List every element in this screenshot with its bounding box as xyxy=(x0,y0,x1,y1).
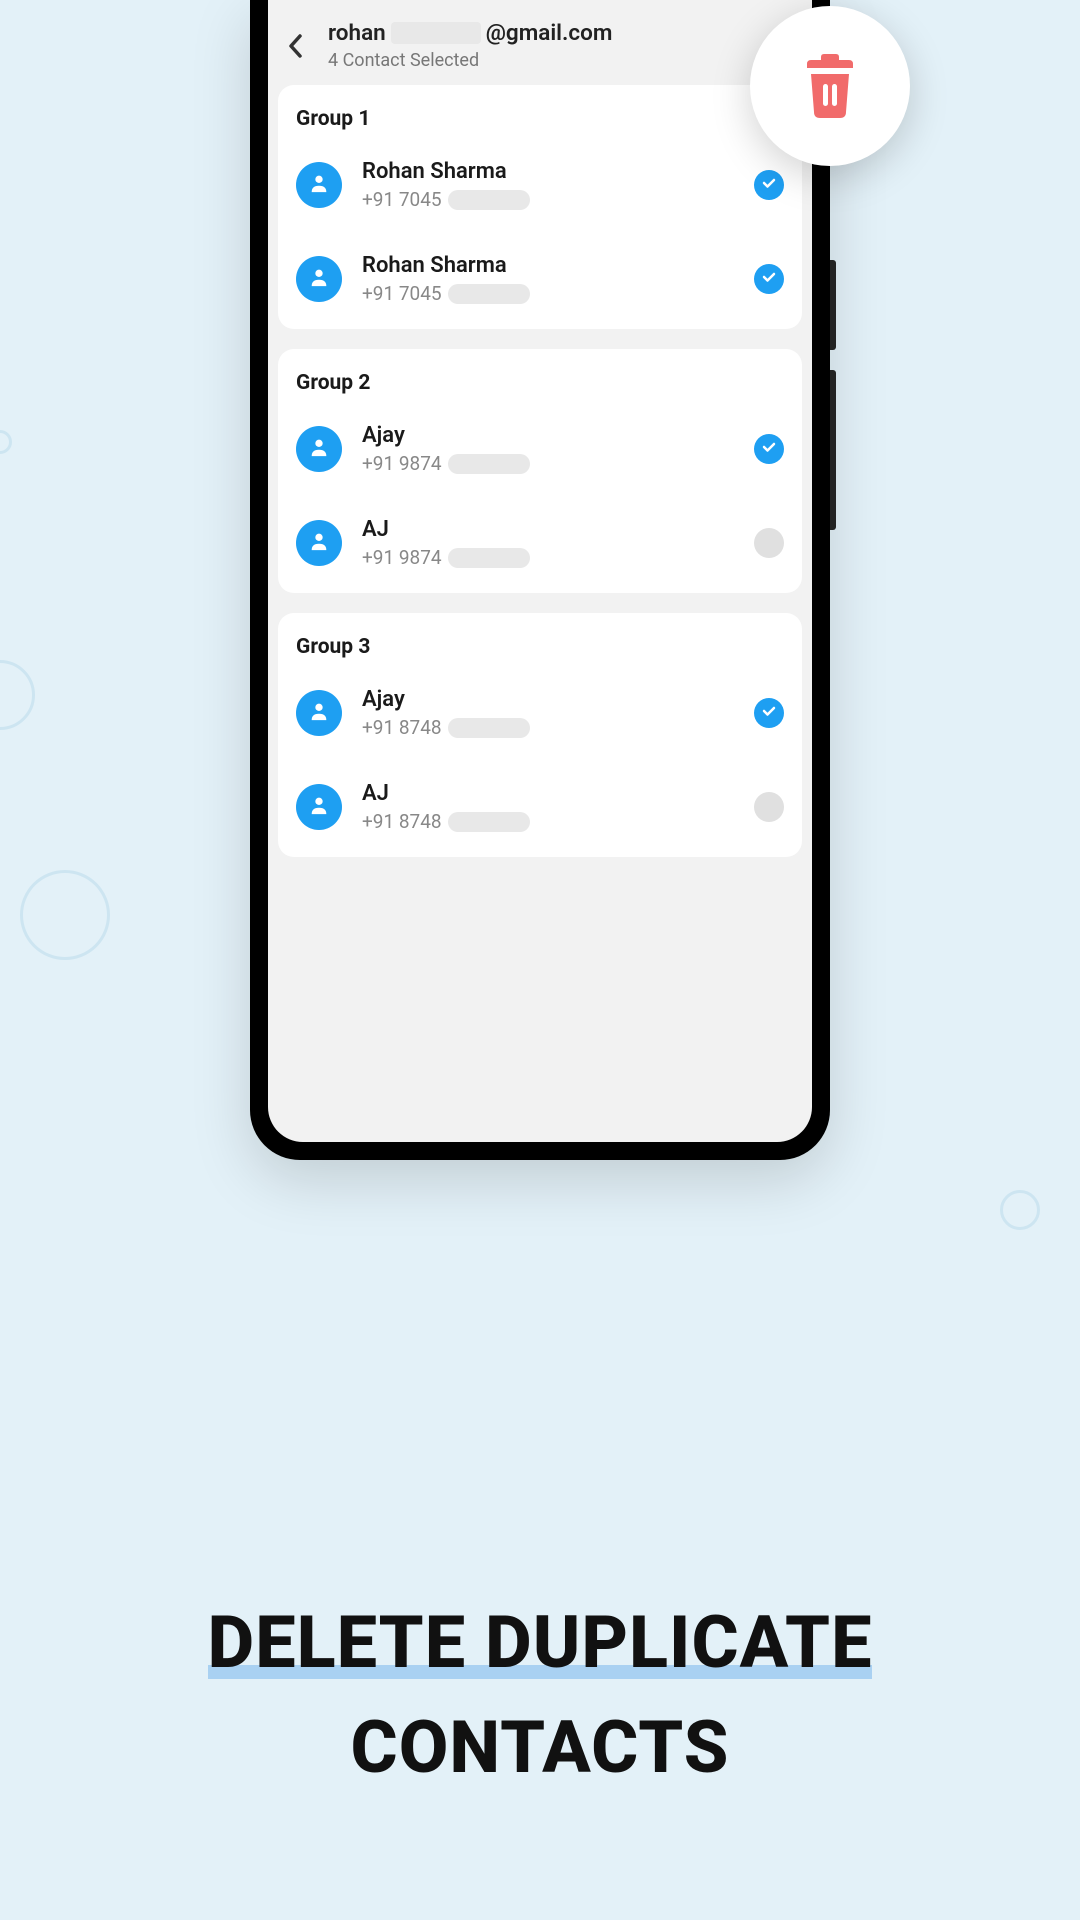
contact-phone: +91 7045 xyxy=(362,282,734,305)
bg-circle xyxy=(20,870,110,960)
promo-caption: DELETE DUPLICATE CONTACTS xyxy=(0,1600,1080,1790)
contact-info: Ajay +91 9874 xyxy=(362,423,734,475)
group-title: Group 2 xyxy=(296,371,784,395)
person-icon xyxy=(308,700,330,726)
group-title: Group 3 xyxy=(296,635,784,659)
phone-side-button xyxy=(830,370,836,530)
contact-checkbox[interactable] xyxy=(754,792,784,822)
title-redacted xyxy=(391,22,481,44)
contact-checkbox[interactable] xyxy=(754,528,784,558)
phone-frame: rohan @gmail.com 4 Contact Selected Grou… xyxy=(250,0,830,1160)
person-icon xyxy=(308,794,330,820)
header: rohan @gmail.com 4 Contact Selected xyxy=(268,0,812,85)
back-button[interactable] xyxy=(278,28,314,64)
avatar xyxy=(296,690,342,736)
page-subtitle: 4 Contact Selected xyxy=(328,50,792,71)
contact-info: Rohan Sharma +91 7045 xyxy=(362,159,734,211)
check-icon xyxy=(761,269,777,289)
promo-line-2: CONTACTS xyxy=(0,1705,1080,1790)
app-screen: rohan @gmail.com 4 Contact Selected Grou… xyxy=(268,0,812,1142)
contact-row[interactable]: AJ +91 8748 xyxy=(296,767,784,847)
phone-prefix: +91 7045 xyxy=(362,188,442,211)
contact-phone: +91 9874 xyxy=(362,546,734,569)
title-prefix: rohan xyxy=(328,20,386,46)
phone-redacted xyxy=(448,284,530,304)
avatar xyxy=(296,784,342,830)
contact-row[interactable]: Rohan Sharma +91 7045 xyxy=(296,145,784,225)
delete-button[interactable] xyxy=(750,6,910,166)
contact-row[interactable]: Rohan Sharma +91 7045 xyxy=(296,239,784,319)
person-icon xyxy=(308,172,330,198)
chevron-left-icon xyxy=(286,32,306,60)
phone-prefix: +91 7045 xyxy=(362,282,442,305)
bg-circle xyxy=(0,660,35,730)
trash-icon xyxy=(799,52,861,120)
phone-redacted xyxy=(448,548,530,568)
avatar xyxy=(296,256,342,302)
contact-name: Ajay xyxy=(362,423,734,448)
avatar xyxy=(296,520,342,566)
contact-info: AJ +91 9874 xyxy=(362,517,734,569)
contact-name: AJ xyxy=(362,517,734,542)
person-icon xyxy=(308,266,330,292)
contact-phone: +91 8748 xyxy=(362,716,734,739)
person-icon xyxy=(308,436,330,462)
bg-circle xyxy=(0,430,12,454)
contact-info: Rohan Sharma +91 7045 xyxy=(362,253,734,305)
contact-row[interactable]: AJ +91 9874 xyxy=(296,503,784,583)
contact-info: AJ +91 8748 xyxy=(362,781,734,833)
content: Group 1 Rohan Sharma +91 7045 Rohan Sharma +… xyxy=(268,85,812,857)
contact-name: Ajay xyxy=(362,687,734,712)
contact-checkbox[interactable] xyxy=(754,434,784,464)
phone-prefix: +91 8748 xyxy=(362,716,442,739)
phone-redacted xyxy=(448,718,530,738)
group-card: Group 2 Ajay +91 9874 AJ +91 9874 xyxy=(278,349,802,593)
promo-line-1: DELETE DUPLICATE xyxy=(208,1600,873,1685)
contact-checkbox[interactable] xyxy=(754,170,784,200)
phone-side-button xyxy=(830,260,836,350)
contact-row[interactable]: Ajay +91 8748 xyxy=(296,673,784,753)
header-text: rohan @gmail.com 4 Contact Selected xyxy=(328,20,792,71)
title-suffix: @gmail.com xyxy=(486,20,613,46)
phone-redacted xyxy=(448,812,530,832)
contact-phone: +91 7045 xyxy=(362,188,734,211)
group-card: Group 1 Rohan Sharma +91 7045 Rohan Sharma +… xyxy=(278,85,802,329)
contact-phone: +91 8748 xyxy=(362,810,734,833)
contact-phone: +91 9874 xyxy=(362,452,734,475)
phone-prefix: +91 9874 xyxy=(362,546,442,569)
group-card: Group 3 Ajay +91 8748 AJ +91 8748 xyxy=(278,613,802,857)
contact-row[interactable]: Ajay +91 9874 xyxy=(296,409,784,489)
contact-name: Rohan Sharma xyxy=(362,253,734,278)
phone-redacted xyxy=(448,454,530,474)
bg-circle xyxy=(1000,1190,1040,1230)
phone-redacted xyxy=(448,190,530,210)
avatar xyxy=(296,162,342,208)
person-icon xyxy=(308,530,330,556)
contact-name: AJ xyxy=(362,781,734,806)
avatar xyxy=(296,426,342,472)
contact-info: Ajay +91 8748 xyxy=(362,687,734,739)
contact-checkbox[interactable] xyxy=(754,698,784,728)
contact-checkbox[interactable] xyxy=(754,264,784,294)
phone-prefix: +91 8748 xyxy=(362,810,442,833)
phone-prefix: +91 9874 xyxy=(362,452,442,475)
group-title: Group 1 xyxy=(296,107,784,131)
check-icon xyxy=(761,439,777,459)
check-icon xyxy=(761,703,777,723)
check-icon xyxy=(761,175,777,195)
page-title: rohan @gmail.com xyxy=(328,20,792,46)
contact-name: Rohan Sharma xyxy=(362,159,734,184)
